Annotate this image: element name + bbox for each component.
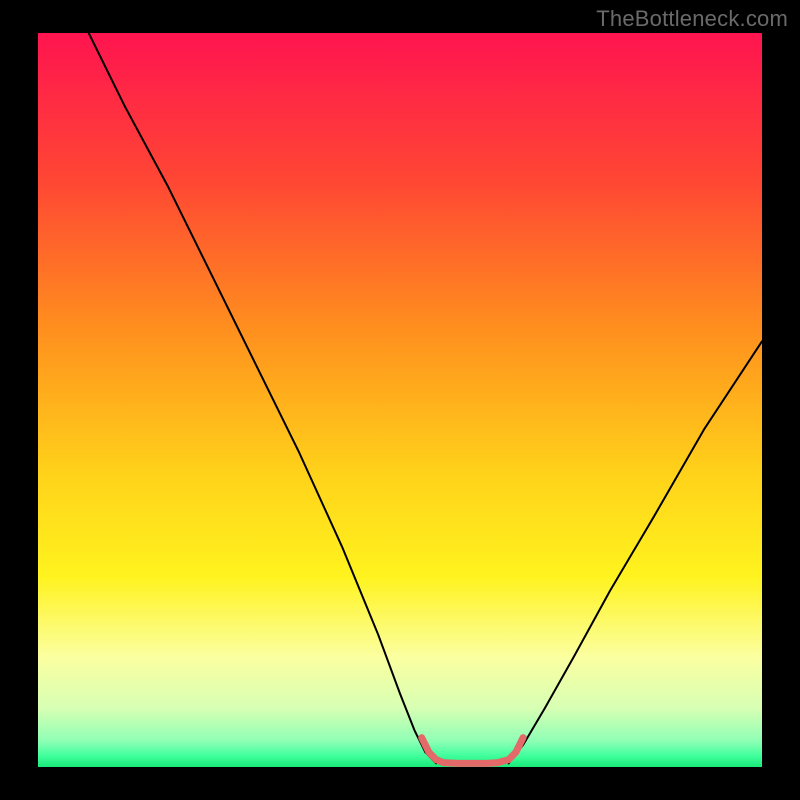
bottleneck-curve-chart <box>0 0 800 800</box>
watermark-text: TheBottleneck.com <box>596 6 788 32</box>
gradient-background <box>38 33 762 767</box>
chart-stage <box>0 0 800 800</box>
